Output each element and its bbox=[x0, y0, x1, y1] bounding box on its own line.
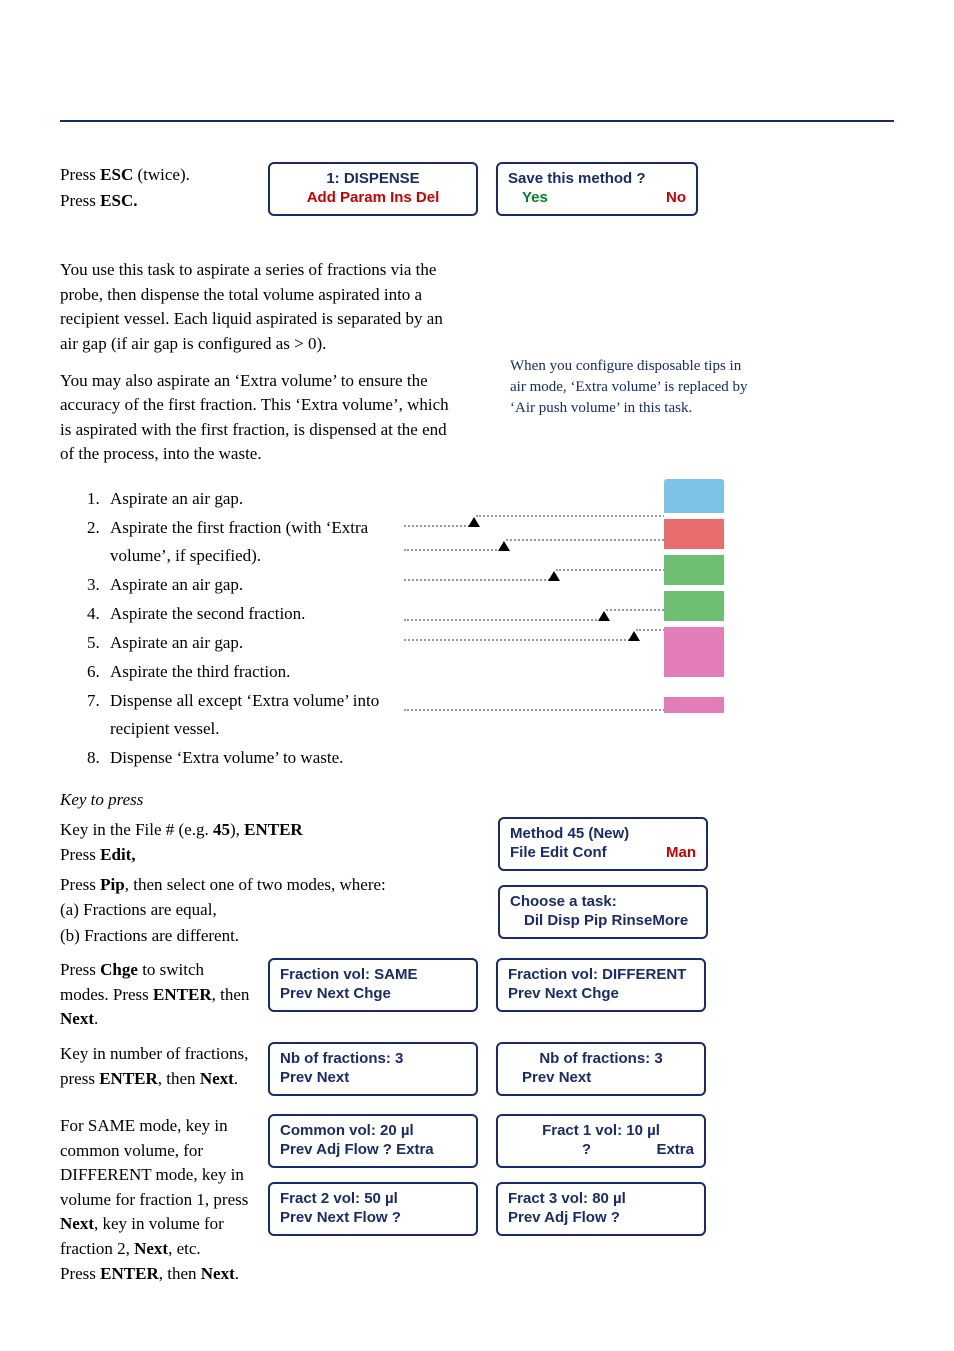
seg-extra bbox=[664, 697, 724, 713]
esc-instructions: Press ESC (twice). Press ESC. bbox=[60, 162, 250, 213]
lcd-common: Common vol: 20 µl Prev Adj Flow ? Extra bbox=[268, 1114, 478, 1168]
key-mode-b: (b) Fractions are different. bbox=[60, 923, 480, 949]
lcd-f2-l1: Fract 2 vol: 50 µl bbox=[280, 1190, 466, 1207]
step-1: Aspirate an air gap. bbox=[104, 485, 394, 512]
esc-twice-text: Press ESC (twice). bbox=[60, 162, 250, 188]
lcd-save-no[interactable]: No bbox=[666, 189, 686, 206]
step-6: Aspirate the third fraction. bbox=[104, 658, 394, 685]
header-rule bbox=[60, 80, 894, 122]
lcd-choose-task: Choose a task: Dil Disp Pip RinseMore bbox=[498, 885, 708, 939]
lcd-fv-same-l2[interactable]: Prev Next Chge bbox=[280, 985, 466, 1002]
lcd-save-line2: Yes No bbox=[508, 189, 686, 206]
intro-p1: You use this task to aspirate a series o… bbox=[60, 258, 460, 357]
lcd-method: Method 45 (New) File Edit Conf Man bbox=[498, 817, 708, 871]
lcd-f1-l1: Fract 1 vol: 10 µl bbox=[508, 1122, 694, 1139]
lcd-dispense-line1: 1: DISPENSE bbox=[280, 170, 466, 187]
lcd-save: Save this method ? Yes No bbox=[496, 162, 698, 216]
intro-block: You use this task to aspirate a series o… bbox=[60, 246, 894, 479]
key-file-enter: Key in the File # (e.g. 45), ENTER bbox=[60, 817, 480, 843]
seg-fraction-2b bbox=[664, 591, 724, 621]
lcd-task-l1: Choose a task: bbox=[510, 893, 696, 910]
seg-fraction-3 bbox=[664, 627, 724, 677]
lcd-fv-diff: Fraction vol: DIFFERENT Prev Next Chge bbox=[496, 958, 706, 1012]
key-chge: Press Chge to switch modes. Press ENTER,… bbox=[60, 958, 250, 1032]
steps-and-diagram: Aspirate an air gap. Aspirate the first … bbox=[60, 479, 894, 779]
intro-p2: You may also aspirate an ‘Extra volume’ … bbox=[60, 369, 460, 468]
lcd-method-l2-right[interactable]: Man bbox=[666, 844, 696, 861]
lcd-nfrac-a-l1: Nb of fractions: 3 bbox=[280, 1050, 466, 1067]
lcd-method-l1: Method 45 (New) bbox=[510, 825, 696, 842]
lcd-save-yes[interactable]: Yes bbox=[508, 189, 548, 206]
key-press-edit: Press Edit, bbox=[60, 842, 480, 868]
tube bbox=[664, 479, 724, 739]
page: Press ESC (twice). Press ESC. 1: DISPENS… bbox=[0, 0, 954, 1346]
seg-fraction-2 bbox=[664, 555, 724, 585]
lcd-fv-diff-l1: Fraction vol: DIFFERENT bbox=[508, 966, 694, 983]
aside-note: When you configure disposable tips in ai… bbox=[510, 356, 750, 419]
step-3: Aspirate an air gap. bbox=[104, 571, 394, 598]
key-heading: Key to press bbox=[60, 787, 894, 813]
lcd-nfrac-a-l2[interactable]: Prev Next bbox=[280, 1069, 466, 1086]
lcd-f2: Fract 2 vol: 50 µl Prev Next Flow ? bbox=[268, 1182, 478, 1236]
lcd-nfrac-b-l2[interactable]: Prev Next bbox=[508, 1069, 694, 1086]
lcd-fv-same: Fraction vol: SAME Prev Next Chge bbox=[268, 958, 478, 1012]
seg-airgap-1 bbox=[664, 479, 724, 513]
key-same-diff: For SAME mode, key in common volume, for… bbox=[60, 1114, 250, 1286]
step-2: Aspirate the first fraction (with ‘Extra… bbox=[104, 514, 394, 568]
lcd-f1-q[interactable]: ? bbox=[582, 1141, 591, 1158]
lcd-nfrac-b: Nb of fractions: 3 Prev Next bbox=[496, 1042, 706, 1096]
lcd-fv-diff-l2[interactable]: Prev Next Chge bbox=[508, 985, 694, 1002]
lcd-common-l2[interactable]: Prev Adj Flow ? Extra bbox=[280, 1141, 466, 1158]
lcd-f1: Fract 1 vol: 10 µl x ? Extra bbox=[496, 1114, 706, 1168]
key-mode-a: (a) Fractions are equal, bbox=[60, 897, 480, 923]
lcd-save-line1: Save this method ? bbox=[508, 170, 686, 187]
lcd-f1-l2[interactable]: x ? Extra bbox=[508, 1141, 694, 1158]
tube-diagram bbox=[404, 479, 744, 739]
step-4: Aspirate the second fraction. bbox=[104, 600, 394, 627]
lcd-nfrac-a: Nb of fractions: 3 Prev Next bbox=[268, 1042, 478, 1096]
lcd-f1-extra[interactable]: Extra bbox=[656, 1141, 694, 1158]
lcd-f3-l1: Fract 3 vol: 80 µl bbox=[508, 1190, 694, 1207]
key-to-press: Key to press Key in the File # (e.g. 45)… bbox=[60, 787, 894, 1286]
lcd-common-l1: Common vol: 20 µl bbox=[280, 1122, 466, 1139]
lcd-f3-l2[interactable]: Prev Adj Flow ? bbox=[508, 1209, 694, 1226]
lcd-task-l2[interactable]: Dil Disp Pip RinseMore bbox=[510, 912, 696, 929]
steps-list: Aspirate an air gap. Aspirate the first … bbox=[60, 485, 394, 773]
step-8: Dispense ‘Extra volume’ to waste. bbox=[104, 744, 394, 771]
seg-fraction-1 bbox=[664, 519, 724, 549]
top-row: Press ESC (twice). Press ESC. 1: DISPENS… bbox=[60, 162, 894, 216]
lcd-f3: Fract 3 vol: 80 µl Prev Adj Flow ? bbox=[496, 1182, 706, 1236]
key-nfrac: Key in number of fractions,press ENTER, … bbox=[60, 1042, 250, 1091]
step-7: Dispense all except ‘Extra volume’ into … bbox=[104, 687, 394, 741]
step-5: Aspirate an air gap. bbox=[104, 629, 394, 656]
lcd-dispense-line2: Add Param Ins Del bbox=[280, 189, 466, 206]
lcd-nfrac-b-l1: Nb of fractions: 3 bbox=[508, 1050, 694, 1067]
key-press-pip: Press Pip, then select one of two modes,… bbox=[60, 872, 480, 898]
lcd-f2-l2[interactable]: Prev Next Flow ? bbox=[280, 1209, 466, 1226]
lcd-method-l2-left[interactable]: File Edit Conf bbox=[510, 844, 607, 861]
lcd-dispense: 1: DISPENSE Add Param Ins Del bbox=[268, 162, 478, 216]
esc-once-text: Press ESC. bbox=[60, 188, 250, 214]
lcd-fv-same-l1: Fraction vol: SAME bbox=[280, 966, 466, 983]
lcd-method-l2: File Edit Conf Man bbox=[510, 844, 696, 861]
